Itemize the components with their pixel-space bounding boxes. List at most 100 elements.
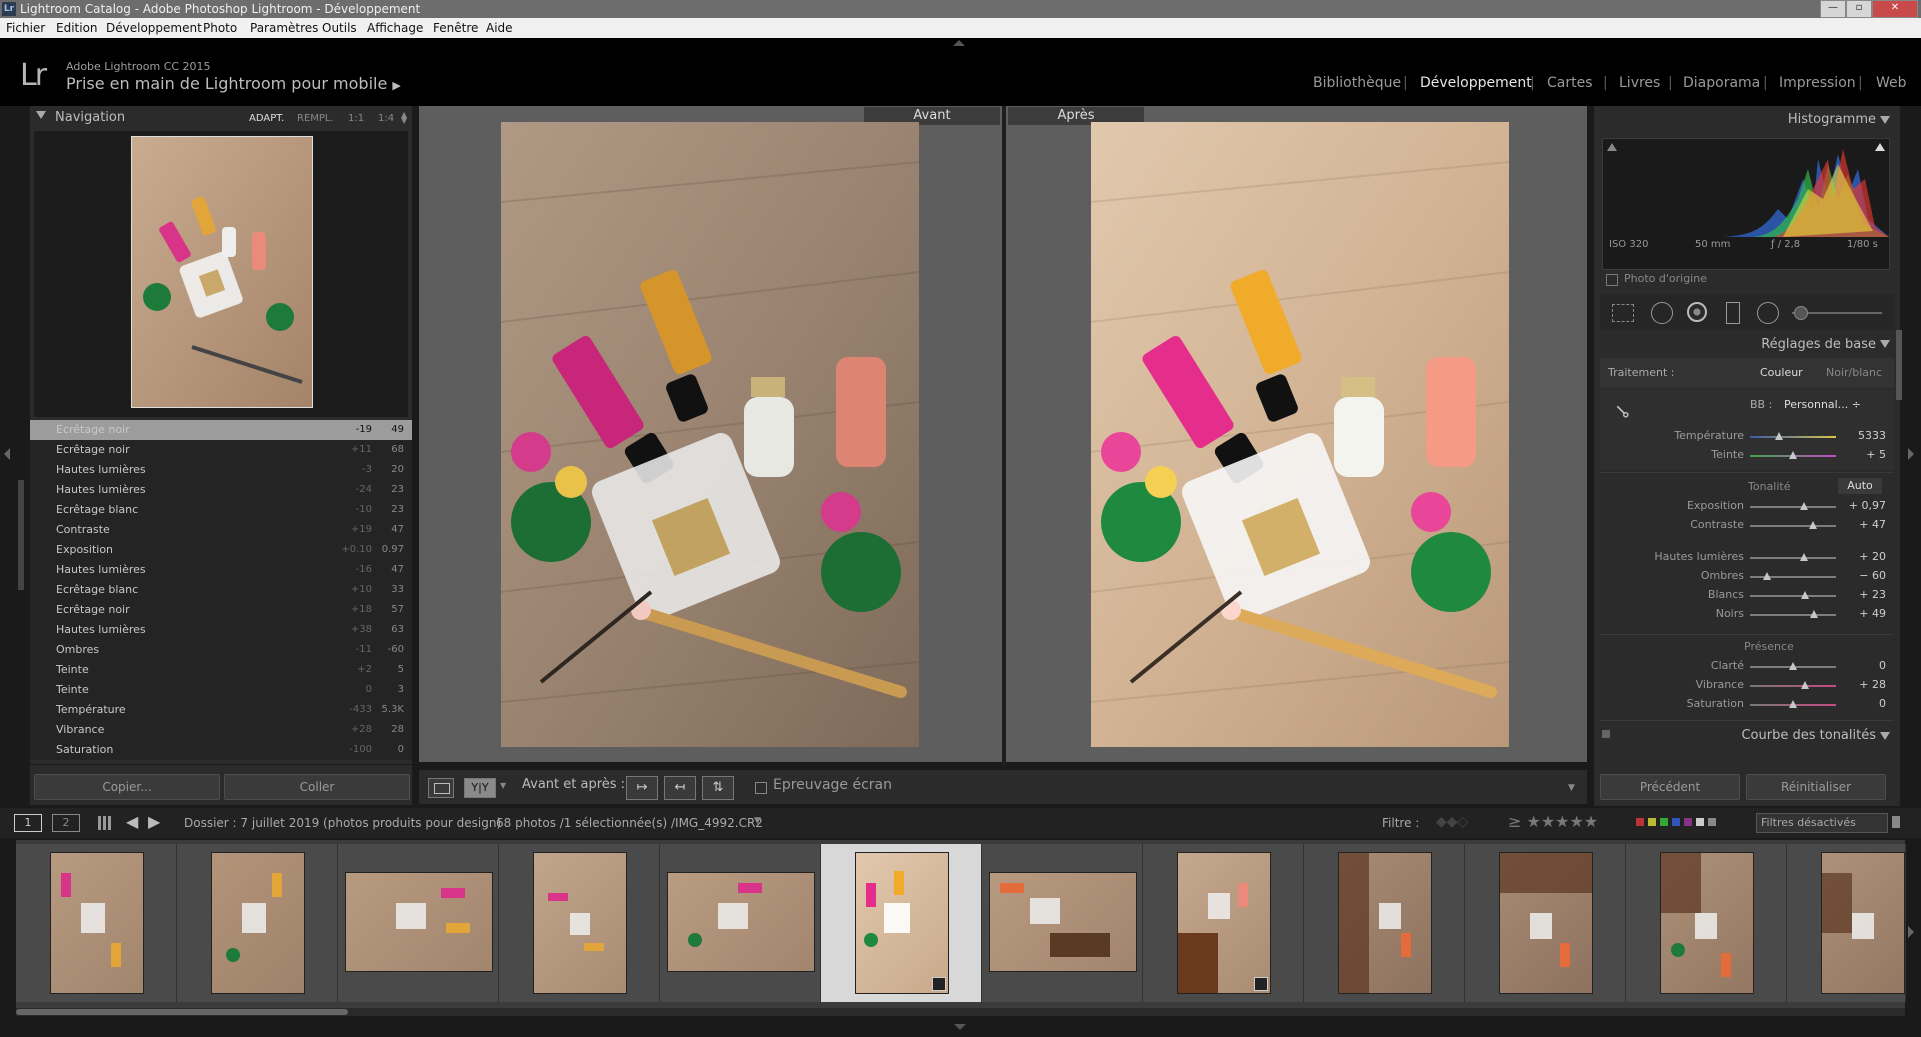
history-item[interactable]: Teinte 0 3 xyxy=(30,680,412,700)
navigator-preview[interactable] xyxy=(131,136,313,408)
exposure-value[interactable]: + 0,97 xyxy=(1846,499,1886,512)
history-item[interactable]: Ecrêtage blanc +10 33 xyxy=(30,580,412,600)
shadow-clipping-icon[interactable] xyxy=(1607,143,1617,151)
saturation-value[interactable]: 0 xyxy=(1846,697,1886,710)
tint-value[interactable]: + 5 xyxy=(1846,448,1886,461)
folder-source[interactable]: Dossier : 7 juillet 2019 (photos produit… xyxy=(184,816,501,830)
contrast-slider-thumb[interactable] xyxy=(1809,521,1817,529)
clarity-value[interactable]: 0 xyxy=(1846,659,1886,672)
shadows-slider-thumb[interactable] xyxy=(1763,572,1771,580)
right-panel-toggle-icon[interactable] xyxy=(1908,448,1914,460)
menu-parametres[interactable]: Paramètres xyxy=(250,18,318,38)
history-item[interactable]: Hautes lumières -3 20 xyxy=(30,460,412,480)
close-button[interactable]: ✕ xyxy=(1872,0,1918,18)
history-item[interactable]: Exposition +0.10 0.97 xyxy=(30,540,412,560)
histogram-panel[interactable]: ISO 320 50 mm ƒ / 2,8 1/80 s xyxy=(1602,138,1890,270)
menu-edition[interactable]: Edition xyxy=(56,18,98,38)
histogram-collapse-icon[interactable] xyxy=(1880,116,1890,124)
history-item[interactable]: Vibrance +28 28 xyxy=(30,720,412,740)
highlights-slider[interactable] xyxy=(1750,557,1836,559)
contrast-value[interactable]: + 47 xyxy=(1846,518,1886,531)
secondary-window-button[interactable]: 2 xyxy=(52,814,80,832)
filter-lock-icon[interactable] xyxy=(1892,816,1900,828)
tone-curve-collapse-icon[interactable] xyxy=(1880,732,1890,740)
loupe-view-button[interactable] xyxy=(428,778,454,798)
exposure-slider[interactable] xyxy=(1750,506,1836,508)
top-panel-toggle-icon[interactable] xyxy=(953,40,965,46)
zoom-stepper-icon[interactable]: ▲ ▼ xyxy=(401,111,407,125)
left-panel-scrollbar[interactable] xyxy=(18,480,24,590)
menu-fenetre[interactable]: Fenêtre xyxy=(433,18,478,38)
purple-label-icon[interactable] xyxy=(1684,818,1692,826)
red-eye-icon[interactable] xyxy=(1687,302,1707,322)
filmstrip-cell[interactable] xyxy=(1626,844,1787,1002)
previous-button[interactable]: Précédent xyxy=(1600,774,1740,800)
filmstrip-cell[interactable] xyxy=(338,844,499,1002)
menu-developpement[interactable]: Développement xyxy=(106,18,202,38)
menu-photo[interactable]: Photo xyxy=(203,18,237,38)
history-item[interactable]: Hautes lumières -24 23 xyxy=(30,480,412,500)
saturation-slider-thumb[interactable] xyxy=(1789,700,1797,708)
flag-filter-icons[interactable]: ◆◆◇ xyxy=(1436,814,1468,830)
module-web[interactable]: Web xyxy=(1876,75,1907,91)
temperature-slider-thumb[interactable] xyxy=(1775,432,1783,440)
filmstrip-cell[interactable] xyxy=(660,844,821,1002)
module-bibliotheque[interactable]: Bibliothèque xyxy=(1313,75,1401,91)
catalog-name[interactable]: Prise en main de Lightroom pour mobile ▶ xyxy=(66,74,401,93)
blacks-slider-thumb[interactable] xyxy=(1810,610,1818,618)
toolbar-menu-icon[interactable]: ▼ xyxy=(1568,783,1575,793)
green-label-icon[interactable] xyxy=(1660,818,1668,826)
blacks-value[interactable]: + 49 xyxy=(1846,607,1886,620)
module-developpement[interactable]: Développement xyxy=(1420,75,1532,91)
red-label-icon[interactable] xyxy=(1636,818,1644,826)
reset-button[interactable]: Réinitialiser xyxy=(1746,774,1886,800)
history-item[interactable]: Ecrêtage noir -19 49 xyxy=(30,420,412,440)
history-item[interactable]: Contraste +19 47 xyxy=(30,520,412,540)
wb-preset-dropdown[interactable]: Personnal... ÷ xyxy=(1784,398,1861,411)
highlight-clipping-icon[interactable] xyxy=(1875,143,1885,151)
history-item[interactable]: Hautes lumières -16 47 xyxy=(30,560,412,580)
shadows-value[interactable]: − 60 xyxy=(1846,569,1886,582)
exposure-slider-thumb[interactable] xyxy=(1800,502,1808,510)
navigator-collapse-icon[interactable] xyxy=(36,111,46,119)
gray-label-icon[interactable] xyxy=(1708,818,1716,826)
primary-window-button[interactable]: 1 xyxy=(14,814,42,832)
history-item[interactable]: Teinte +2 5 xyxy=(30,660,412,680)
before-photo[interactable] xyxy=(501,122,919,747)
paste-button[interactable]: Coller xyxy=(224,774,410,800)
auto-tone-button[interactable]: Auto xyxy=(1838,478,1882,494)
temperature-value[interactable]: 5333 xyxy=(1846,429,1886,442)
treatment-color-option[interactable]: Couleur xyxy=(1760,366,1803,379)
menu-fichier[interactable]: Fichier xyxy=(6,18,45,38)
zoom-1-1-option[interactable]: 1:1 xyxy=(348,113,364,124)
back-arrow-icon[interactable]: ◀ xyxy=(126,812,138,831)
adjustment-brush-icon[interactable] xyxy=(1794,306,1808,320)
whites-slider[interactable] xyxy=(1750,595,1836,597)
soft-proof-checkbox[interactable] xyxy=(755,782,767,794)
whites-value[interactable]: + 23 xyxy=(1846,588,1886,601)
vibrance-slider-thumb[interactable] xyxy=(1801,681,1809,689)
tone-curve-toggle[interactable] xyxy=(1602,730,1610,738)
module-impression[interactable]: Impression xyxy=(1779,75,1856,91)
filmstrip-cell[interactable] xyxy=(982,844,1143,1002)
forward-arrow-icon[interactable]: ▶ xyxy=(148,812,160,831)
highlights-slider-thumb[interactable] xyxy=(1800,553,1808,561)
copy-button[interactable]: Copier... xyxy=(34,774,220,800)
module-diaporama[interactable]: Diaporama xyxy=(1683,75,1760,91)
history-item[interactable]: Saturation -100 0 xyxy=(30,740,412,760)
yellow-label-icon[interactable] xyxy=(1648,818,1656,826)
graduated-filter-icon[interactable] xyxy=(1726,302,1740,324)
blue-label-icon[interactable] xyxy=(1672,818,1680,826)
left-panel-toggle-icon[interactable] xyxy=(4,448,10,460)
menu-aide[interactable]: Aide xyxy=(486,18,513,38)
history-item[interactable]: Ecrêtage noir +18 57 xyxy=(30,600,412,620)
photo-count-dropdown-icon[interactable]: ▼ xyxy=(754,816,761,826)
radial-filter-icon[interactable] xyxy=(1757,302,1779,324)
white-label-icon[interactable] xyxy=(1696,818,1704,826)
vibrance-slider[interactable] xyxy=(1750,685,1836,687)
view-dropdown-icon[interactable]: ▼ xyxy=(500,781,506,790)
menu-outils[interactable]: Outils xyxy=(322,18,357,38)
history-item[interactable]: Ecrêtage noir +11 68 xyxy=(30,440,412,460)
minimize-button[interactable]: — xyxy=(1820,0,1846,18)
menu-affichage[interactable]: Affichage xyxy=(367,18,423,38)
